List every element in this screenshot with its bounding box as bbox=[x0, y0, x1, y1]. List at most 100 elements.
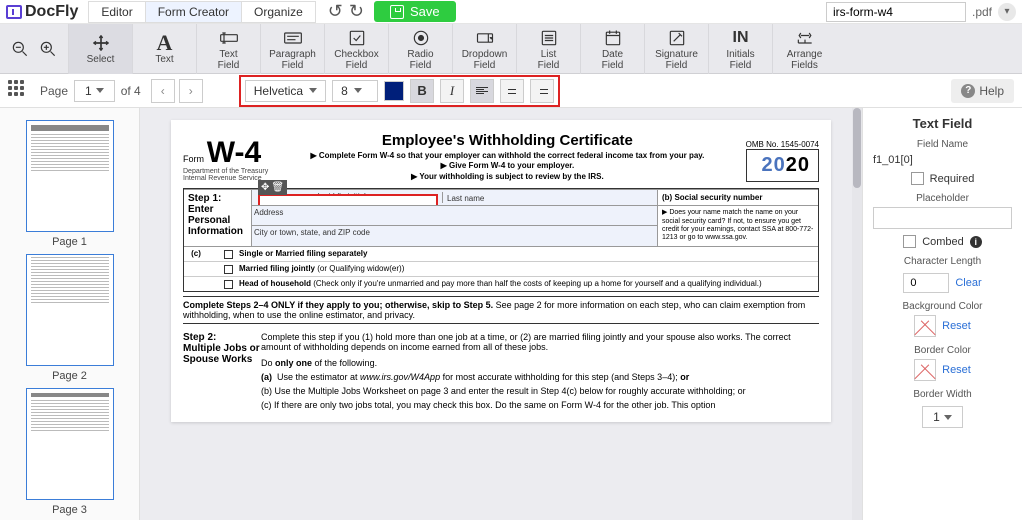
charlen-input[interactable] bbox=[903, 273, 949, 293]
app-logo: DocFly bbox=[6, 3, 78, 21]
omb-number: OMB No. 1545-0074 bbox=[746, 140, 819, 149]
page-select[interactable]: 1 bbox=[74, 80, 115, 102]
thumb-label-3: Page 3 bbox=[0, 504, 139, 516]
tool-list-field[interactable]: List Field bbox=[516, 24, 580, 74]
save-button[interactable]: Save bbox=[374, 1, 456, 22]
field-handle[interactable]: ✥ 🗑 bbox=[258, 180, 287, 195]
next-page-button[interactable]: › bbox=[179, 79, 203, 103]
thumbnail-panel: Page 1 Page 2 Page 3 bbox=[0, 108, 140, 520]
border-reset-link[interactable]: Reset bbox=[942, 364, 971, 376]
file-menu-dropdown[interactable]: ▾ bbox=[998, 3, 1016, 21]
combed-checkbox[interactable] bbox=[903, 235, 916, 248]
redo-icon[interactable]: ↻ bbox=[349, 1, 364, 22]
bold-button[interactable]: B bbox=[410, 79, 434, 103]
fieldname-label: Field Name bbox=[873, 139, 1012, 150]
tool-select[interactable]: Select bbox=[68, 24, 132, 74]
file-ext-label: .pdf bbox=[972, 5, 992, 19]
field-last-name: Last name bbox=[442, 192, 655, 203]
align-right-button[interactable] bbox=[530, 79, 554, 103]
thumb-label-1: Page 1 bbox=[0, 236, 139, 248]
bg-label: Background Color bbox=[873, 301, 1012, 312]
step2-block: Step 2:Multiple Jobs or Spouse Works Com… bbox=[183, 332, 819, 410]
page-of-label: of 4 bbox=[121, 84, 141, 98]
placeholder-label: Placeholder bbox=[873, 193, 1012, 204]
thumb-label-2: Page 2 bbox=[0, 370, 139, 382]
border-color-swatch[interactable] bbox=[914, 359, 936, 381]
tool-date-field[interactable]: Date Field bbox=[580, 24, 644, 74]
delete-icon[interactable]: 🗑 bbox=[271, 182, 284, 193]
checkbox-married[interactable] bbox=[224, 265, 233, 274]
tab-editor[interactable]: Editor bbox=[88, 1, 145, 23]
align-left-button[interactable] bbox=[470, 79, 494, 103]
field-ssn-label: (b) Social security number bbox=[658, 189, 818, 205]
properties-panel: Text Field Field Name f1_01[0] Required … bbox=[862, 108, 1022, 520]
logo-icon bbox=[6, 5, 22, 19]
font-size-select[interactable]: 8 bbox=[332, 80, 378, 102]
thumbnails-toggle[interactable] bbox=[8, 80, 30, 102]
format-group-highlighted: Helvetica 8 B I bbox=[239, 75, 560, 107]
zoom-out-icon[interactable] bbox=[8, 37, 32, 61]
scrollbar[interactable] bbox=[852, 108, 862, 520]
dept-label: Department of the Treasury Internal Reve… bbox=[183, 168, 269, 182]
required-label: Required bbox=[930, 173, 975, 185]
document-canvas[interactable]: Form W-4 Department of the Treasury Inte… bbox=[140, 108, 862, 520]
border-label: Border Color bbox=[873, 345, 1012, 356]
thumb-page-2[interactable] bbox=[26, 254, 114, 366]
tool-text-field[interactable]: Text Field bbox=[196, 24, 260, 74]
save-icon bbox=[390, 5, 404, 19]
fieldname-value: f1_01[0] bbox=[873, 154, 1012, 166]
align-center-button[interactable] bbox=[500, 79, 524, 103]
prev-page-button[interactable]: ‹ bbox=[151, 79, 175, 103]
bg-color-swatch[interactable] bbox=[914, 315, 936, 337]
thumb-page-1[interactable] bbox=[26, 120, 114, 232]
tool-dropdown-field[interactable]: Dropdown Field bbox=[452, 24, 516, 74]
move-icon[interactable]: ✥ bbox=[261, 182, 269, 193]
top-bar: DocFly Editor Form Creator Organize ↺ ↻ … bbox=[0, 0, 1022, 24]
form-title: Employee's Withholding Certificate bbox=[277, 132, 737, 149]
placeholder-input[interactable] bbox=[873, 207, 1012, 229]
italic-button[interactable]: I bbox=[440, 79, 464, 103]
panel-title: Text Field bbox=[873, 116, 1012, 131]
form-sub: ▶ Complete Form W-4 so that your employe… bbox=[277, 151, 737, 182]
ssn-match-text: ▶ Does your name match the name on your … bbox=[658, 205, 818, 246]
font-color-picker[interactable] bbox=[384, 81, 404, 101]
filing-status: (c)Single or Married filing separately M… bbox=[184, 246, 818, 291]
required-checkbox[interactable] bbox=[911, 172, 924, 185]
field-city: City or town, state, and ZIP code bbox=[252, 225, 658, 245]
format-toolbar: Page 1 of 4 ‹ › Helvetica 8 B I ?Help bbox=[0, 74, 1022, 108]
field-first-name[interactable]: name and middle initial ✥ 🗑 Katherine La… bbox=[252, 189, 658, 205]
tool-radio-field[interactable]: Radio Field bbox=[388, 24, 452, 74]
page-label: Page bbox=[40, 84, 68, 98]
checkbox-single[interactable] bbox=[224, 250, 233, 259]
complete-steps-note: Complete Steps 2–4 ONLY if they apply to… bbox=[183, 296, 819, 324]
info-icon[interactable]: i bbox=[970, 236, 982, 248]
bw-label: Border Width bbox=[873, 389, 1012, 400]
tab-organize[interactable]: Organize bbox=[241, 1, 316, 23]
bg-reset-link[interactable]: Reset bbox=[942, 320, 971, 332]
form-number: W-4 bbox=[207, 136, 261, 169]
field-toolbar: Select AText Text Field Paragraph Field … bbox=[0, 24, 1022, 74]
checkbox-hoh[interactable] bbox=[224, 280, 233, 289]
tool-arrange-fields[interactable]: Arrange Fields bbox=[772, 24, 836, 74]
tool-checkbox-field[interactable]: Checkbox Field bbox=[324, 24, 388, 74]
undo-icon[interactable]: ↺ bbox=[328, 1, 343, 22]
font-select[interactable]: Helvetica bbox=[245, 80, 326, 102]
tab-form-creator[interactable]: Form Creator bbox=[145, 1, 242, 23]
zoom-in-icon[interactable] bbox=[36, 37, 60, 61]
charlen-label: Character Length bbox=[873, 256, 1012, 267]
thumb-page-3[interactable] bbox=[26, 388, 114, 500]
step1-label: Step 1:Enter Personal Information bbox=[184, 189, 252, 246]
clear-link[interactable]: Clear bbox=[955, 277, 981, 289]
tool-text[interactable]: AText bbox=[132, 24, 196, 74]
tool-signature-field[interactable]: Signature Field bbox=[644, 24, 708, 74]
filename-input[interactable] bbox=[826, 2, 966, 22]
combed-label: Combed bbox=[922, 236, 964, 248]
form-word: Form bbox=[183, 154, 204, 164]
tool-initials-field[interactable]: INInitials Field bbox=[708, 24, 772, 74]
help-button[interactable]: ?Help bbox=[951, 79, 1014, 103]
pdf-page: Form W-4 Department of the Treasury Inte… bbox=[171, 120, 831, 422]
form-year: 2020 bbox=[746, 149, 819, 182]
field-address: Address bbox=[252, 205, 658, 225]
tool-paragraph-field[interactable]: Paragraph Field bbox=[260, 24, 324, 74]
border-width-select[interactable]: 1 bbox=[922, 406, 963, 428]
